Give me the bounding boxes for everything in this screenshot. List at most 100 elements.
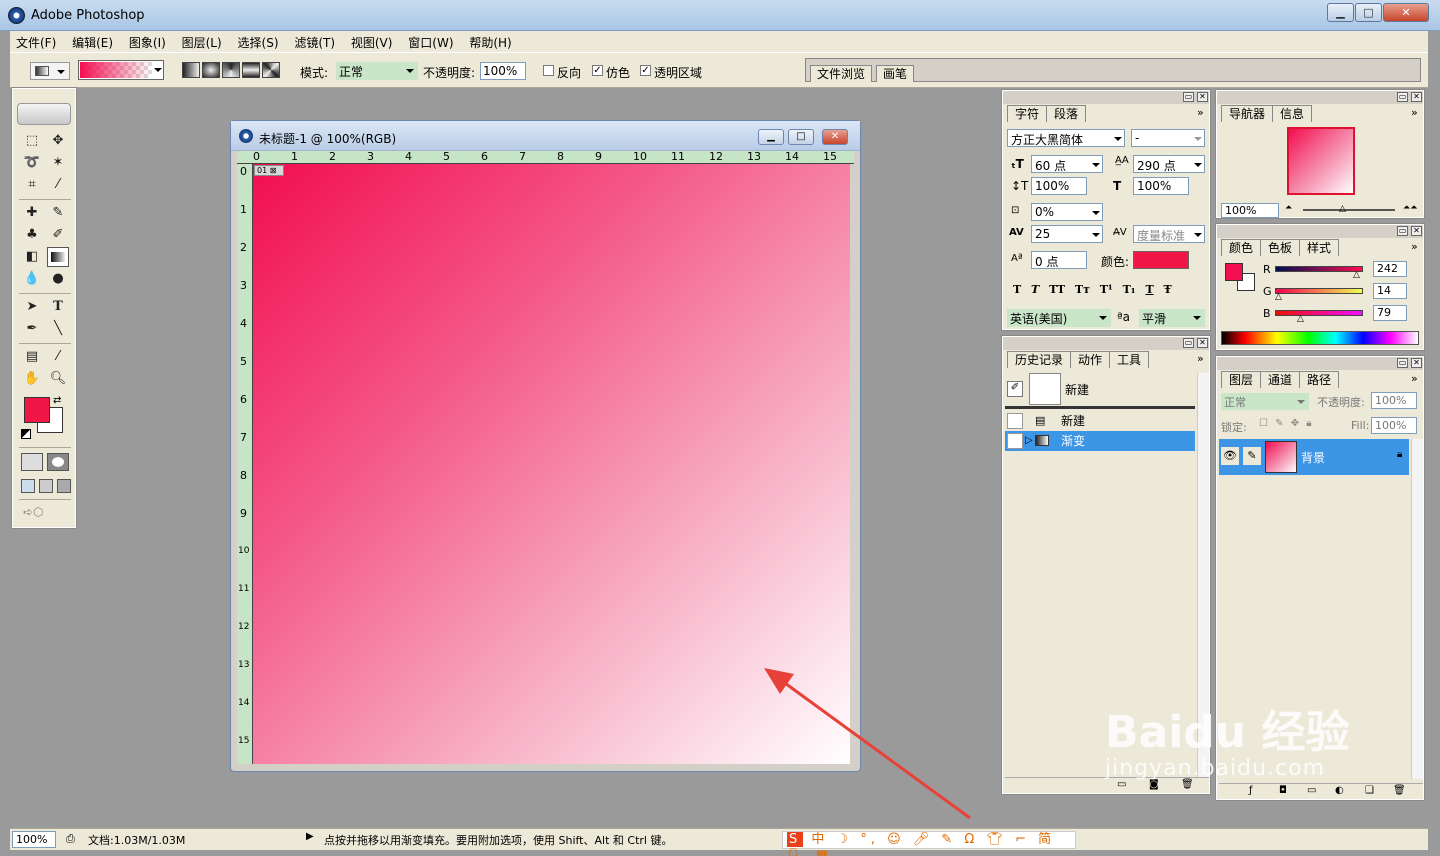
tab-character[interactable]: 字符 [1007, 105, 1048, 122]
menu-view[interactable]: 视图(V) [345, 31, 399, 51]
sogou-ime-icon[interactable]: S [787, 832, 804, 847]
layer-row[interactable]: 👁︎ ✎ 背景 🔒︎ [1219, 439, 1409, 475]
strikethrough-button[interactable]: Ŧ [1164, 283, 1172, 296]
antialias-select[interactable]: 平滑 [1139, 309, 1205, 327]
diamond-gradient-icon[interactable] [262, 62, 280, 78]
brush-icon[interactable]: ✎ [1243, 447, 1261, 465]
tab-styles[interactable]: 样式 [1299, 239, 1340, 256]
transparency-checkbox[interactable]: ✓ [640, 65, 651, 76]
menu-edit[interactable]: 编辑(E) [66, 31, 119, 51]
line-tool-icon[interactable]: ╲ [47, 319, 69, 339]
menu-select[interactable]: 选择(S) [232, 31, 285, 51]
maximize-button[interactable]: □ [1355, 3, 1382, 22]
lasso-tool-icon[interactable]: ➰ [21, 153, 43, 173]
slider-thumb-icon[interactable]: △ [1353, 270, 1360, 280]
adjustment-layer-icon[interactable]: ◐ [1335, 785, 1344, 796]
tab-swatches[interactable]: 色板 [1260, 239, 1301, 256]
adobe-online-icon[interactable] [17, 103, 71, 125]
channel-g-slider[interactable] [1275, 288, 1363, 294]
quick-mask-icon[interactable] [47, 453, 69, 471]
document-info-icon[interactable]: ⎙ [66, 832, 75, 846]
linear-gradient-icon[interactable] [182, 62, 200, 78]
lock-options-icons[interactable]: ☐ ✎ ✥ 🔒︎ [1259, 418, 1312, 429]
screen-mode-full-menu-icon[interactable] [39, 479, 53, 493]
menu-window[interactable]: 窗口(W) [402, 31, 459, 51]
path-selection-icon[interactable]: ➤ [21, 297, 43, 317]
horizontal-ruler[interactable]: 0 1 2 3 4 5 6 7 8 9 10 11 12 13 14 15 [237, 151, 854, 164]
faux-bold-button[interactable]: T [1013, 283, 1021, 296]
language-select[interactable]: 英语(美国) [1007, 309, 1111, 327]
menu-help[interactable]: 帮助(H) [463, 31, 517, 51]
minimize-button[interactable]: ▁ [1327, 3, 1354, 22]
history-source-box[interactable] [1007, 413, 1023, 429]
channel-b-input[interactable]: 79 [1373, 305, 1407, 321]
panel-minimize-icon[interactable]: ▭ [1183, 92, 1194, 102]
pen-tool-icon[interactable]: ✒ [21, 319, 43, 339]
layer-mask-icon[interactable]: ◘ [1279, 785, 1287, 796]
font-size-input[interactable]: 60 点 [1031, 155, 1103, 173]
faux-italic-button[interactable]: T [1031, 283, 1039, 296]
notes-tool-icon[interactable]: ▤ [21, 347, 43, 367]
tab-color[interactable]: 颜色 [1221, 239, 1262, 256]
blend-mode-select[interactable]: 正常 [1221, 393, 1309, 410]
horizontal-scale-input[interactable]: 100% [1133, 177, 1189, 195]
fill-input[interactable]: 100% [1371, 417, 1417, 434]
eraser-tool-icon[interactable]: ◧ [21, 247, 43, 267]
channel-g-input[interactable]: 14 [1373, 283, 1407, 299]
radial-gradient-icon[interactable] [202, 62, 220, 78]
panel-menu-icon[interactable]: » [1411, 372, 1418, 385]
vertical-scale-input[interactable]: 100% [1031, 177, 1087, 195]
history-brush-icon[interactable]: ✐ [47, 225, 69, 245]
eye-icon[interactable]: 👁︎ [1221, 447, 1239, 465]
layers-scrollbar[interactable] [1411, 439, 1423, 779]
leading-input[interactable]: 290 点 [1133, 155, 1205, 173]
panel-minimize-icon[interactable]: ▭ [1183, 338, 1194, 348]
foreground-color-swatch[interactable] [24, 397, 50, 423]
status-zoom-input[interactable]: 100% [12, 831, 56, 848]
new-layer-icon[interactable]: ❏ [1365, 785, 1374, 796]
dodge-tool-icon[interactable]: ● [47, 269, 69, 289]
doc-maximize-button[interactable]: □ [788, 129, 814, 145]
panel-menu-icon[interactable]: » [1411, 240, 1418, 253]
gradient-tool-icon[interactable] [47, 247, 69, 267]
menu-image[interactable]: 图象(I) [123, 31, 172, 51]
panel-close-icon[interactable]: ✕ [1197, 338, 1208, 348]
panel-minimize-icon[interactable]: ▭ [1397, 92, 1408, 102]
tab-file-browser[interactable]: 文件浏览 [810, 65, 873, 82]
reverse-checkbox[interactable] [543, 65, 554, 76]
layer-style-icon[interactable]: ƒ [1249, 785, 1253, 796]
panel-close-icon[interactable]: ✕ [1411, 92, 1422, 102]
panel-close-icon[interactable]: ✕ [1197, 92, 1208, 102]
clone-stamp-icon[interactable]: ♣ [21, 225, 43, 245]
jump-to-imageready-icon[interactable]: ➪⬡ [23, 505, 67, 521]
move-tool-icon[interactable]: ✥ [47, 131, 69, 151]
subscript-button[interactable]: T₁ [1123, 283, 1136, 296]
layer-opacity-input[interactable]: 100% [1371, 392, 1417, 409]
screen-mode-standard-icon[interactable] [21, 479, 35, 493]
tsume-input[interactable]: 0% [1031, 203, 1103, 221]
history-item[interactable]: ▤ 新建 [1005, 411, 1195, 431]
dither-checkbox[interactable]: ✓ [592, 65, 603, 76]
tracking-input[interactable]: 25 [1031, 225, 1103, 243]
history-item-selected[interactable]: ▷ 渐变 [1005, 431, 1195, 451]
zoom-in-icon[interactable]: ⏶⏶ [1403, 203, 1417, 213]
small-caps-button[interactable]: Tт [1075, 283, 1090, 296]
history-source-box[interactable] [1007, 433, 1023, 449]
underline-button[interactable]: T [1145, 283, 1153, 296]
menu-file[interactable]: 文件(F) [10, 31, 62, 51]
channel-b-slider[interactable] [1275, 310, 1363, 316]
all-caps-button[interactable]: TT [1049, 283, 1065, 296]
screen-mode-full-icon[interactable] [57, 479, 71, 493]
tab-history[interactable]: 历史记录 [1007, 351, 1072, 368]
panel-close-icon[interactable]: ✕ [1411, 358, 1422, 368]
marquee-tool-icon[interactable]: ⬚ [21, 131, 43, 151]
tool-preset-picker[interactable] [30, 62, 70, 80]
menu-filter[interactable]: 滤镜(T) [288, 31, 341, 51]
tab-paths[interactable]: 路径 [1299, 371, 1340, 388]
mode-select[interactable]: 正常 [336, 62, 418, 80]
standard-mode-icon[interactable] [21, 453, 43, 471]
history-snapshot-row[interactable]: ✐ 新建 [1005, 371, 1195, 409]
gradient-picker[interactable] [78, 60, 164, 80]
panel-minimize-icon[interactable]: ▭ [1397, 226, 1408, 236]
doc-minimize-button[interactable]: ▁ [758, 129, 784, 145]
